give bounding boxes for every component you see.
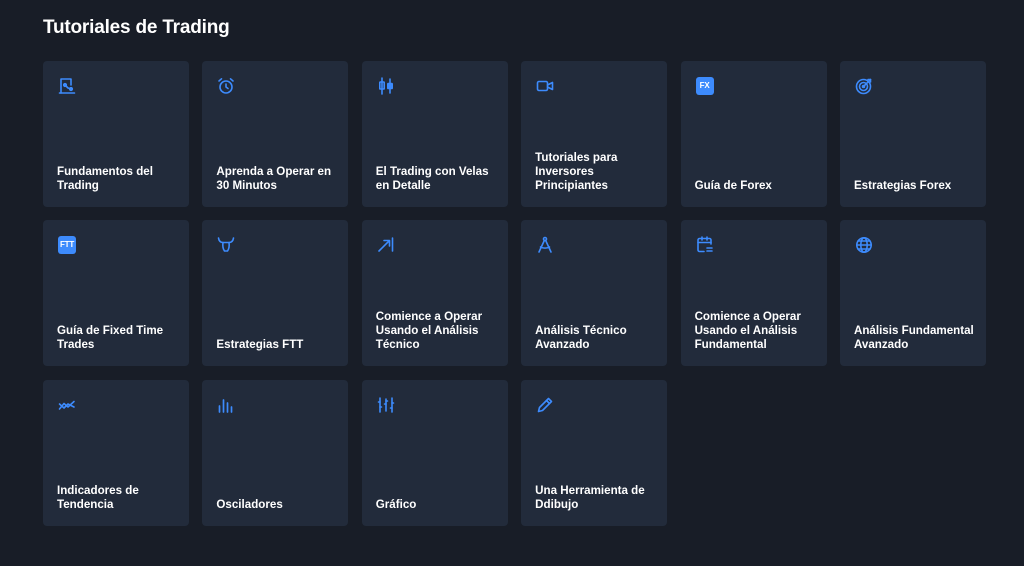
- card-label: Osciladores: [216, 497, 283, 511]
- bull-icon: [216, 235, 236, 255]
- tutorial-card-forex[interactable]: FX Guía de Forex: [680, 61, 827, 207]
- tutorial-card-tecnico-avanzado[interactable]: Análisis Técnico Avanzado: [521, 220, 668, 367]
- tutorial-card-fundamental-avanzado[interactable]: Análisis Fundamental Avanzado: [839, 220, 986, 367]
- page-title: Tutoriales de Trading: [43, 17, 230, 38]
- chart-board-icon: [57, 76, 77, 96]
- tutorial-card-estrategias-forex[interactable]: Estrategias Forex: [839, 61, 986, 207]
- tutorial-card-herramienta-dibujo[interactable]: Una Herramienta de Ddibujo: [521, 379, 668, 526]
- video-camera-icon: [535, 76, 555, 96]
- pencil-icon: [535, 395, 555, 415]
- card-label: Fundamentos del Trading: [57, 165, 153, 192]
- tutorial-card-velas[interactable]: El Trading con Velas en Detalle: [361, 61, 508, 207]
- card-label: Análisis Fundamental Avanzado: [853, 324, 974, 352]
- tutorial-card-analisis-fundamental[interactable]: Comience a Operar Usando el Análisis Fun…: [680, 220, 827, 367]
- card-label: Estrategias FTT: [216, 338, 304, 352]
- card-label: Guía de Forex: [694, 179, 772, 192]
- compass-icon: [535, 235, 555, 255]
- ftt-badge-text: FTT: [58, 236, 76, 255]
- card-label: Comience a Operar Usando el Análisis Téc…: [375, 310, 483, 352]
- tutorial-card-estrategias-ftt[interactable]: Estrategias FTT: [202, 220, 349, 367]
- tutorials-page: Tutoriales de Trading Fundamentos del Tr…: [0, 0, 1024, 566]
- alarm-clock-icon: [216, 76, 236, 96]
- trend-arrow-icon: [376, 235, 396, 255]
- tutorial-card-30-minutos[interactable]: Aprenda a Operar en 30 Minutos: [202, 61, 349, 207]
- card-label: Indicadores de Tendencia: [57, 483, 139, 511]
- tutorial-card-principiantes[interactable]: Tutoriales para Inversores Principiantes: [521, 61, 668, 207]
- tutorial-card-osciladores[interactable]: Osciladores: [202, 379, 349, 526]
- card-label: Gráfico: [375, 497, 417, 511]
- trend-lines-icon: [57, 395, 77, 415]
- candlestick-icon: [376, 76, 396, 96]
- tutorial-card-grafico[interactable]: Gráfico: [361, 379, 508, 526]
- ftt-badge-icon: FTT: [57, 235, 77, 255]
- tutorial-card-indicadores[interactable]: Indicadores de Tendencia: [43, 379, 189, 526]
- card-label: Tutoriales para Inversores Principiantes: [535, 151, 618, 192]
- chart-sticks-icon: [376, 395, 396, 415]
- card-label: Guía de Fixed Time Trades: [57, 324, 164, 352]
- fx-badge-text: FX: [695, 77, 714, 95]
- tutorials-grid: Fundamentos del Trading Aprenda a Operar…: [43, 61, 986, 526]
- card-label: Análisis Técnico Avanzado: [535, 324, 627, 352]
- card-label: El Trading con Velas en Detalle: [375, 165, 489, 192]
- fx-badge-icon: FX: [695, 76, 715, 96]
- calendar-icon: [695, 235, 715, 255]
- card-label: Aprenda a Operar en 30 Minutos: [216, 165, 332, 192]
- tutorial-card-analisis-tecnico[interactable]: Comience a Operar Usando el Análisis Téc…: [361, 220, 508, 367]
- card-label: Una Herramienta de Ddibujo: [535, 483, 645, 511]
- tutorial-card-fixed-time[interactable]: FTT Guía de Fixed Time Trades: [43, 220, 189, 367]
- globe-icon: [854, 235, 874, 255]
- card-label: Comience a Operar Usando el Análisis Fun…: [694, 310, 801, 352]
- tutorial-card-fundamentos[interactable]: Fundamentos del Trading: [43, 61, 189, 207]
- card-label: Estrategias Forex: [853, 179, 952, 192]
- bars-icon: [216, 395, 236, 415]
- target-icon: [854, 76, 874, 96]
